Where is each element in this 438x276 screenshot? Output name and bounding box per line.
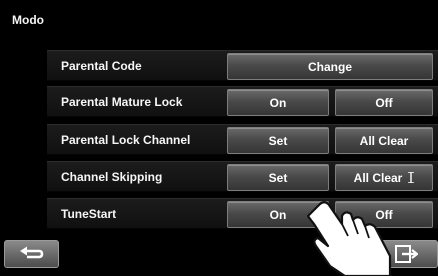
row-label: Parental Code — [61, 59, 142, 73]
row-parental-lock-channel: Parental Lock Channel Set All Clear — [47, 124, 438, 155]
row-channel-skipping: Channel Skipping Set All Clear — [47, 161, 438, 192]
row-label: TuneStart — [61, 207, 117, 221]
row-parental-code: Parental Code Change — [47, 50, 438, 81]
return-arrow-icon — [19, 246, 43, 259]
text-cursor-icon — [408, 172, 415, 183]
pointing-hand-icon — [306, 201, 392, 276]
row-label: Parental Lock Channel — [61, 133, 191, 147]
mature-lock-off-button[interactable]: Off — [335, 89, 433, 116]
row-parental-mature-lock: Parental Mature Lock On Off — [47, 86, 438, 117]
change-button[interactable]: Change — [227, 53, 433, 80]
exit-door-icon — [395, 245, 418, 263]
lock-channel-all-clear-button[interactable]: All Clear — [335, 127, 433, 154]
channel-skipping-set-button[interactable]: Set — [227, 164, 329, 191]
screen-title: Modo — [12, 13, 44, 27]
back-button[interactable] — [4, 240, 59, 268]
row-label: Parental Mature Lock — [61, 95, 183, 109]
row-label: Channel Skipping — [61, 170, 163, 184]
lock-channel-set-button[interactable]: Set — [227, 127, 329, 154]
button-label: All Clear — [353, 170, 403, 185]
channel-skipping-all-clear-button[interactable]: All Clear — [335, 164, 433, 191]
mature-lock-on-button[interactable]: On — [227, 89, 329, 116]
